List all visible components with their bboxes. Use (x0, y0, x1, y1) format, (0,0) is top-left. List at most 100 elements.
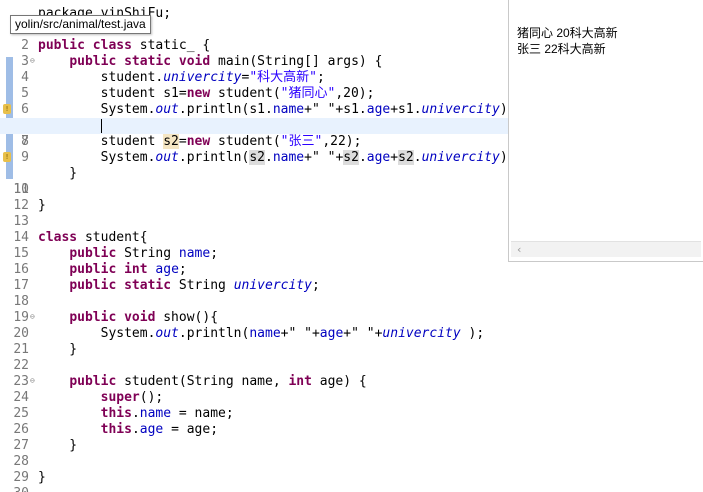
code-fragment: +" "+ (343, 326, 383, 341)
code-text: student s2=new student("张三",22); (38, 134, 361, 150)
code-fragment: ); (499, 102, 508, 117)
field: age (155, 262, 179, 277)
string-literal: "科大高新" (249, 70, 317, 85)
code-text: public student(String name, int age) { (38, 374, 366, 390)
keyword: public static (69, 278, 172, 293)
fold-icon[interactable]: ⊖ (30, 374, 35, 388)
code-line[interactable]: 3 public class static_ { (0, 38, 508, 69)
code-fragment: student. (38, 70, 164, 85)
code-fragment: student{ (77, 230, 148, 245)
code-line[interactable]: 14 (0, 214, 508, 245)
code-text: this.name = name; (38, 406, 234, 422)
code-editor[interactable]: 1 package yinShiFu; 2 3 public class sta… (0, 0, 508, 492)
code-line[interactable]: 22 } (0, 342, 508, 373)
code-fragment: student s1= (38, 86, 187, 101)
code-line[interactable]: 21 System.out.println(name+" "+age+" "+u… (0, 326, 508, 357)
code-line[interactable]: 15 class student{ (0, 230, 508, 261)
scroll-left-icon[interactable]: ‹ (517, 242, 521, 257)
field: name (178, 246, 211, 261)
code-line[interactable]: 28 } (0, 438, 508, 469)
code-line[interactable]: 18 public static String univercity; (0, 278, 508, 309)
code-line[interactable]: 23 (0, 358, 508, 389)
code-fragment: . (131, 406, 140, 421)
field: age (366, 102, 391, 117)
console-horizontal-scrollbar[interactable]: ‹ (511, 241, 701, 257)
code-line[interactable]: 5 student.univercity="科大高新"; (0, 70, 508, 101)
code-text: public int age; (38, 262, 186, 278)
code-text: class student{ (38, 230, 148, 246)
code-fragment: .println( (178, 326, 250, 341)
current-code-line[interactable]: 8 (0, 118, 508, 149)
code-fragment: = name; (171, 406, 234, 421)
code-fragment: +s1. (390, 102, 422, 117)
string-literal: "猪同心" (280, 86, 336, 101)
code-fragment: (); (139, 390, 164, 405)
code-line[interactable]: 26 this.name = name; (0, 406, 508, 437)
code-text: student s1=new student("猪同心",20); (38, 86, 375, 102)
code-line[interactable]: 29 (0, 454, 508, 485)
code-text: public static String univercity; (38, 278, 320, 294)
code-line[interactable]: 9 student s2=new student("张三",22); (0, 134, 508, 165)
code-fragment: . (413, 150, 422, 165)
code-text: public String name; (38, 246, 218, 262)
code-line[interactable]: ! 7 System.out.println(s1.name+" "+s1.ag… (0, 102, 508, 149)
static-field: univercity (421, 102, 500, 117)
code-fragment: ; (210, 246, 219, 261)
field: name (272, 102, 305, 117)
code-fragment: . (265, 150, 273, 165)
code-fragment: student (38, 134, 164, 149)
code-fragment: +" "+ (304, 150, 344, 165)
code-fragment: . (131, 422, 140, 437)
code-line[interactable]: 27 this.age = age; (0, 422, 508, 453)
fold-icon[interactable]: ⊖ (30, 54, 35, 68)
console-view[interactable]: 猪同心 20科大高新 张三 22科大高新 ‹ (508, 0, 703, 262)
code-fragment: ; (317, 70, 325, 85)
line-number: 30 (0, 486, 29, 492)
keyword: public int (69, 262, 148, 277)
static-field: univercity (163, 70, 242, 85)
keyword: this (100, 406, 132, 421)
code-line[interactable]: 12 (0, 182, 508, 213)
code-fragment: .println(s1. (178, 102, 273, 117)
code-text: } (38, 342, 78, 357)
code-line[interactable]: 30 } (0, 470, 508, 492)
keyword: new (186, 134, 211, 149)
code-line[interactable]: ! 10 System.out.println(s2.name+" "+s2.a… (0, 150, 508, 197)
static-field: univercity (382, 326, 461, 341)
code-fragment: = (178, 134, 187, 149)
warning-icon[interactable]: ! (3, 104, 11, 114)
code-fragment: student( (210, 86, 281, 101)
code-line[interactable]: 11 } (0, 166, 508, 197)
code-text: public static void main(String[] args) { (38, 54, 382, 70)
empty-panel-area (508, 262, 703, 492)
code-fragment: student( (210, 134, 281, 149)
field: age (139, 422, 164, 437)
code-line[interactable]: 6 student s1=new student("猪同心",20); (0, 86, 508, 117)
variable-occurrence: s2 (249, 150, 265, 165)
variable-occurrence: s2 (343, 150, 359, 165)
code-line[interactable]: 17 public int age; (0, 262, 508, 293)
keyword: this (100, 422, 132, 437)
code-line[interactable]: 4 ⊖ public static void main(String[] arg… (0, 54, 508, 85)
code-line[interactable]: 16 public String name; (0, 246, 508, 277)
code-line[interactable]: 13 } (0, 198, 508, 229)
code-line[interactable]: 20 ⊖ public void show(){ (0, 310, 508, 341)
static-field: out (155, 326, 179, 341)
code-line[interactable]: 24 ⊖ public student(String name, int age… (0, 374, 508, 405)
field: age (319, 326, 344, 341)
keyword: new (186, 86, 211, 101)
warning-icon[interactable]: ! (3, 152, 11, 162)
code-fragment: ; (311, 278, 320, 293)
code-fragment: System. (38, 102, 156, 117)
fold-icon[interactable]: ⊖ (30, 310, 35, 324)
code-text: student.univercity="科大高新"; (38, 70, 325, 86)
code-line[interactable]: 25 super(); (0, 390, 508, 421)
code-line[interactable]: 19 (0, 294, 508, 325)
code-fragment: ,22); (322, 134, 362, 149)
